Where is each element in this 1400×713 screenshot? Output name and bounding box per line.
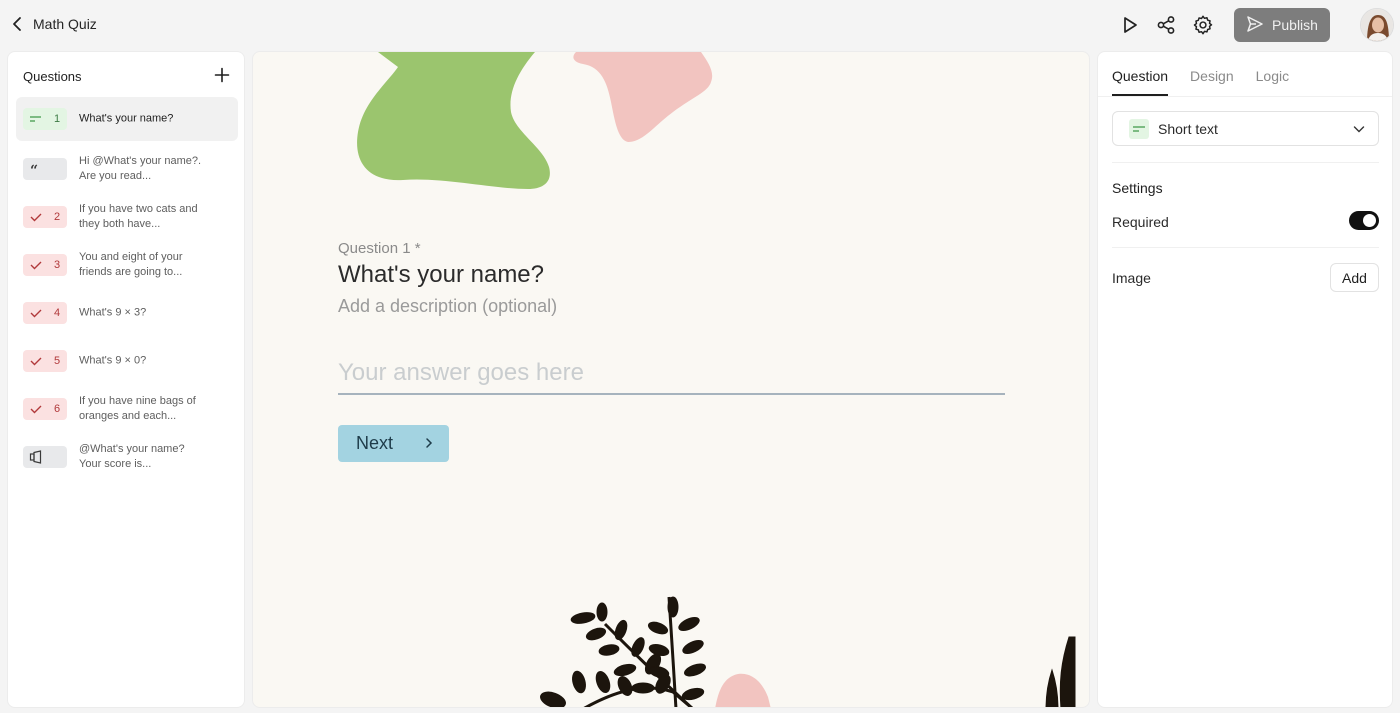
svg-text:“: “: [30, 163, 38, 176]
settings-tabs: Question Design Logic: [1112, 52, 1289, 96]
publish-label: Publish: [1272, 17, 1318, 33]
question-type-badge: 6: [23, 398, 67, 420]
question-type-badge: “: [23, 158, 67, 180]
preview-play-icon[interactable]: [1119, 14, 1141, 36]
question-type-badge: 2: [23, 206, 67, 228]
question-item-2[interactable]: 2 If you have two cats and they both hav…: [16, 193, 238, 241]
send-icon: [1246, 15, 1264, 36]
question-description-placeholder[interactable]: Add a description (optional): [338, 296, 557, 317]
question-item-1[interactable]: 1 What's your name?: [16, 97, 238, 141]
required-label: Required: [1112, 214, 1169, 230]
tab-logic[interactable]: Logic: [1256, 52, 1289, 96]
share-icon[interactable]: [1155, 14, 1177, 36]
ending-screen-icon: [29, 450, 43, 464]
chevron-right-icon: [423, 433, 435, 454]
settings-gear-icon[interactable]: [1192, 14, 1214, 36]
question-item-text: What's 9 × 0?: [79, 354, 147, 367]
checkmark-icon: [29, 306, 43, 320]
checkmark-icon: [29, 258, 43, 272]
question-item-statement[interactable]: “ Hi @What's your name?. Are you read...: [16, 145, 238, 193]
question-item-text: If you have two cats and they both have.…: [79, 203, 198, 230]
question-list: 1 What's your name? “ Hi @What's your na…: [16, 97, 238, 481]
question-number-label: Question 1 *: [338, 240, 421, 257]
chevron-down-icon: [1352, 122, 1366, 141]
short-text-icon: [29, 112, 43, 126]
form-preview-canvas: Question 1 * What's your name? Add a des…: [252, 51, 1090, 708]
add-image-button[interactable]: Add: [1330, 263, 1379, 292]
tab-design[interactable]: Design: [1190, 52, 1234, 96]
plant-decoration: [540, 596, 1076, 707]
tabs-divider: [1098, 96, 1392, 97]
question-item-text: If you have nine bags of oranges and eac…: [79, 395, 196, 422]
question-type-badge: 3: [23, 254, 67, 276]
required-toggle[interactable]: [1349, 211, 1379, 230]
question-item-ending[interactable]: @What's your name? Your score is...: [16, 433, 238, 481]
checkmark-icon: [29, 210, 43, 224]
next-label: Next: [356, 433, 394, 453]
question-item-6[interactable]: 6 If you have nine bags of oranges and e…: [16, 385, 238, 433]
question-item-text: @What's your name? Your score is...: [79, 443, 185, 470]
question-item-text: You and eight of your friends are going …: [79, 251, 183, 278]
image-label: Image: [1112, 270, 1151, 286]
question-settings-panel: Question Design Logic Short text Setting…: [1097, 51, 1393, 708]
question-type-badge: 1: [23, 108, 67, 130]
checkmark-icon: [29, 402, 43, 416]
question-type-value: Short text: [1158, 120, 1218, 137]
tab-question[interactable]: Question: [1112, 52, 1169, 96]
divider: [1112, 162, 1379, 163]
question-type-badge: [23, 446, 67, 468]
question-item-text: What's your name?: [79, 112, 174, 125]
question-type-badge: 5: [23, 350, 67, 372]
user-avatar[interactable]: [1360, 8, 1394, 42]
question-item-5[interactable]: 5 What's 9 × 0?: [16, 337, 238, 385]
question-item-4[interactable]: 4 What's 9 × 3?: [16, 289, 238, 337]
plus-icon[interactable]: [214, 67, 230, 83]
top-bar: Math Quiz Publish: [0, 0, 1400, 50]
publish-button[interactable]: Publish: [1234, 8, 1330, 42]
question-item-text: Hi @What's your name?. Are you read...: [79, 155, 202, 182]
pink-blob-bottom-decoration: [715, 673, 771, 707]
short-text-icon: [1129, 118, 1149, 139]
question-type-select[interactable]: Short text: [1112, 111, 1379, 146]
questions-panel: Questions 1 What's your name? “ Hi @What…: [7, 51, 245, 708]
answer-input[interactable]: [338, 352, 1005, 395]
questions-panel-title: Questions: [23, 69, 82, 84]
quote-icon: “: [29, 162, 43, 176]
pink-blob-decoration: [573, 52, 713, 142]
question-item-3[interactable]: 3 You and eight of your friends are goin…: [16, 241, 238, 289]
divider: [1112, 247, 1379, 248]
form-title[interactable]: Math Quiz: [33, 16, 97, 32]
back-chevron-icon[interactable]: [8, 14, 28, 34]
settings-heading: Settings: [1112, 180, 1163, 196]
question-title[interactable]: What's your name?: [338, 261, 544, 289]
question-type-badge: 4: [23, 302, 67, 324]
next-button[interactable]: Next: [338, 425, 449, 462]
checkmark-icon: [29, 354, 43, 368]
question-item-text: What's 9 × 3?: [79, 306, 147, 319]
green-blob-decoration: [357, 52, 550, 189]
